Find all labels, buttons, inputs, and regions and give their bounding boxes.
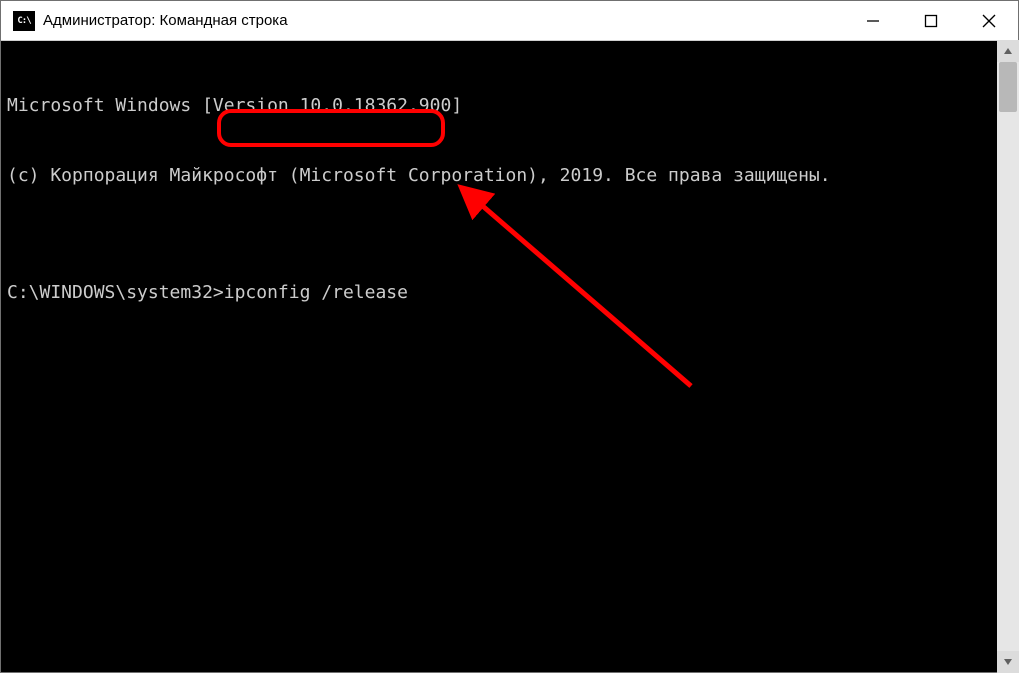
console-command: ipconfig /release	[224, 282, 408, 303]
cmd-icon: C:\	[13, 11, 35, 31]
console-line: Microsoft Windows [Version 10.0.18362.90…	[7, 94, 1012, 117]
scroll-thumb[interactable]	[999, 62, 1017, 112]
scroll-down-button[interactable]	[997, 651, 1019, 673]
cmd-window: C:\ Администратор: Командная строка Micr…	[0, 0, 1019, 673]
console-prompt-line: C:\WINDOWS\system32>ipconfig /release	[7, 281, 1012, 304]
console-line: (c) Корпорация Майкрософт (Microsoft Cor…	[7, 164, 1012, 187]
titlebar[interactable]: C:\ Администратор: Командная строка	[1, 1, 1018, 41]
scroll-track[interactable]	[997, 62, 1019, 651]
minimize-button[interactable]	[844, 1, 902, 41]
close-button[interactable]	[960, 1, 1018, 41]
vertical-scrollbar[interactable]	[997, 40, 1019, 673]
console-area[interactable]: Microsoft Windows [Version 10.0.18362.90…	[1, 41, 1018, 672]
console-prompt: C:\WINDOWS\system32>	[7, 282, 224, 303]
maximize-button[interactable]	[902, 1, 960, 41]
window-title: Администратор: Командная строка	[43, 12, 288, 29]
scroll-up-button[interactable]	[997, 40, 1019, 62]
annotation-arrow	[1, 41, 1018, 672]
